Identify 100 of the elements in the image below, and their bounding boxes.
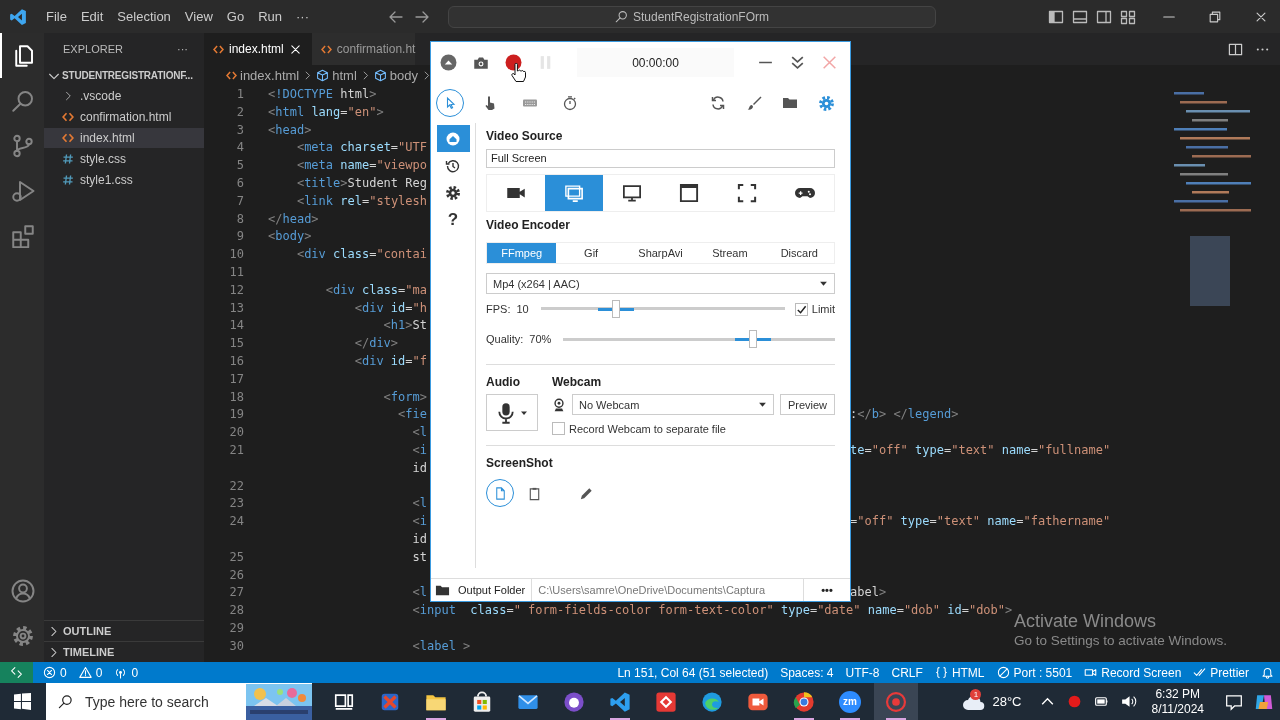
status-bar-item[interactable] xyxy=(0,662,33,683)
settings-icon[interactable] xyxy=(11,623,35,648)
preview-button[interactable]: Preview xyxy=(779,394,835,415)
collapse-button-icon[interactable] xyxy=(440,54,457,71)
code-line: <body> xyxy=(268,229,312,244)
notification-icon[interactable] xyxy=(1225,692,1243,711)
bell-icon[interactable] xyxy=(1261,666,1274,679)
status-bar-item[interactable]: 0 xyxy=(37,662,73,683)
status-bar-item[interactable]: 0 xyxy=(72,662,109,683)
braces-icon[interactable] xyxy=(934,666,948,679)
line-number: 17 xyxy=(229,371,244,386)
command-search-field[interactable]: StudentRegistrationFOrm xyxy=(448,5,936,28)
folder-icon[interactable] xyxy=(782,95,798,111)
status-bar-item[interactable]: Ln 151, Col 64 (51 selected) xyxy=(611,662,775,683)
temperature[interactable]: 28°C xyxy=(992,694,1022,709)
start-icon[interactable] xyxy=(14,693,31,710)
checkmark-icon xyxy=(795,303,807,315)
explorer-item[interactable]: confirmation.html xyxy=(44,106,204,128)
status-bar-item[interactable]: Spaces: 4 xyxy=(774,662,840,683)
status-bar-item[interactable]: Record Screen xyxy=(1078,662,1188,683)
remote-icon[interactable] xyxy=(10,666,23,679)
checkbox[interactable] xyxy=(794,302,808,316)
line-number: 29 xyxy=(229,620,244,635)
breadcrumb-item[interactable]: html xyxy=(316,68,357,83)
webcam-dropdown[interactable]: No Webcam xyxy=(572,394,774,415)
checkbox[interactable] xyxy=(552,422,565,435)
slider-thumb[interactable] xyxy=(612,300,621,318)
account-icon[interactable] xyxy=(11,578,35,603)
video-camera-icon[interactable] xyxy=(1084,666,1098,679)
speaker-icon[interactable] xyxy=(1119,693,1137,710)
source-field[interactable]: Full Screen xyxy=(486,149,835,168)
explorer-item[interactable]: style.css xyxy=(44,148,204,170)
check-icon[interactable] xyxy=(1193,666,1207,679)
play-bug-icon[interactable] xyxy=(11,178,35,203)
settings-icon xyxy=(445,184,461,201)
section-header[interactable]: OUTLINE xyxy=(44,620,204,641)
stopwatch-icon[interactable] xyxy=(562,95,578,111)
explorer-item[interactable]: index.html xyxy=(44,127,204,149)
menu-item[interactable]: ··· xyxy=(289,5,316,28)
audio-source-button[interactable] xyxy=(486,394,538,431)
status-bar-item[interactable]: CRLF xyxy=(885,662,929,683)
panel-layout-icon[interactable] xyxy=(1072,8,1088,25)
menu-item[interactable]: File xyxy=(39,5,74,28)
nav-tab[interactable]: ? xyxy=(436,206,470,233)
encoder-tab[interactable]: SharpAvi xyxy=(625,243,696,263)
blocks-icon[interactable] xyxy=(11,223,35,248)
status-bar-item[interactable]: HTML xyxy=(928,662,991,683)
section-label: Webcam xyxy=(552,374,603,390)
sidebar-layout-icon[interactable] xyxy=(1048,8,1064,25)
menu-item[interactable]: Run xyxy=(251,5,289,28)
format-dropdown[interactable]: Mp4 (x264 | AAC) xyxy=(486,273,835,294)
split-editor-icon[interactable] xyxy=(1228,41,1243,57)
status-bar-item[interactable]: Prettier xyxy=(1187,662,1255,683)
search-icon[interactable] xyxy=(11,88,35,113)
grid-layout-icon[interactable] xyxy=(1120,8,1136,25)
status-bar-item[interactable]: Port : 5501 xyxy=(990,662,1079,683)
output-path-field[interactable]: C:\Users\samre\OneDrive\Documents\Captura xyxy=(532,579,804,601)
explorer-item[interactable]: style1.css xyxy=(44,169,204,190)
no-entry-icon[interactable] xyxy=(996,666,1010,679)
cube-icon xyxy=(373,69,387,82)
menu-item[interactable]: Edit xyxy=(73,5,111,28)
brush-icon[interactable] xyxy=(746,95,762,111)
clock-date[interactable]: 8/11/2024 xyxy=(1151,701,1204,717)
screens-icon xyxy=(563,183,584,203)
section-label: ScreenShot xyxy=(486,455,554,471)
line-number: 26 xyxy=(229,567,244,582)
warning-icon[interactable] xyxy=(78,666,92,679)
editor-tab[interactable]: index.html xyxy=(204,33,312,65)
split-layout-icon[interactable] xyxy=(1096,8,1112,25)
encoder-tab[interactable]: Gif xyxy=(556,243,626,263)
editor-tab[interactable]: confirmation.ht xyxy=(311,33,416,65)
error-icon[interactable] xyxy=(43,666,56,679)
menu-item[interactable]: Go xyxy=(219,5,252,28)
code-line: <i xyxy=(412,514,427,529)
clock-time[interactable]: 6:32 PM xyxy=(1155,686,1201,702)
explorer-item[interactable]: .vscode xyxy=(44,86,204,107)
menu-item[interactable]: View xyxy=(177,5,220,28)
taskbar-search-field[interactable]: Type here to search xyxy=(46,683,312,720)
broadcast-icon[interactable] xyxy=(114,666,128,679)
close-icon[interactable] xyxy=(288,42,302,56)
menu-item[interactable]: Selection xyxy=(110,5,178,28)
breadcrumb-item[interactable]: body xyxy=(373,68,418,83)
encoder-tab[interactable]: Stream xyxy=(695,243,765,263)
code-line: <h1>St xyxy=(383,318,427,333)
branch-icon[interactable] xyxy=(11,133,35,158)
restore-icon[interactable] xyxy=(1208,9,1222,24)
more-button[interactable]: ··· xyxy=(177,43,188,55)
encoder-tab[interactable]: Discard xyxy=(764,243,835,263)
status-bar-item[interactable]: UTF-8 xyxy=(839,662,886,683)
line-number: 9 xyxy=(236,229,244,244)
breadcrumb-item[interactable]: index.html xyxy=(226,68,300,83)
output-folder-button[interactable]: Output Folder xyxy=(431,579,533,601)
browse-button[interactable]: ••• xyxy=(804,579,850,601)
settings-icon[interactable] xyxy=(818,94,835,112)
slider-thumb[interactable] xyxy=(749,330,758,348)
activation-title: Activate Windows xyxy=(1014,610,1158,632)
folder-row[interactable]: STUDENTREGISTRATIONF... xyxy=(44,65,204,86)
status-bar-item[interactable]: 0 xyxy=(108,662,145,683)
refresh-icon[interactable] xyxy=(710,95,726,111)
double-chevron-icon[interactable] xyxy=(789,54,806,71)
